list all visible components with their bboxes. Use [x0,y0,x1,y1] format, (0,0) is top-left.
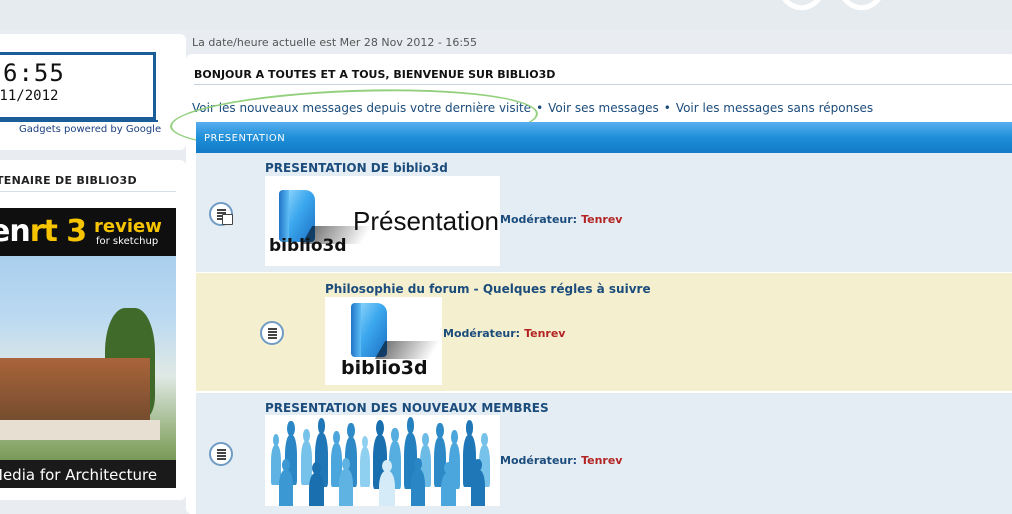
moderator-info: Modérateur: Tenrev [443,327,566,340]
person-figure-icon [279,458,293,506]
forum-banner-image[interactable]: biblio3d Présentation [265,176,500,266]
moderator-link[interactable]: Tenrev [581,454,622,467]
forum-title-link[interactable]: PRESENTATION DES NOUVEAUX MEMBRES [265,401,549,415]
separator: • [663,101,671,115]
my-messages-link[interactable]: Voir ses messages [548,101,659,115]
gadgets-credit-link[interactable]: Gadgets powered by Google [19,124,161,135]
ad-house-image [0,358,150,428]
site-header [0,0,1012,30]
person-figure-icon [411,457,425,506]
logo-text: biblio3d [341,357,428,379]
person-figure-icon [309,461,324,506]
clock-widget: 6:55 /11/2012 Gadgets powered by Google [0,34,186,150]
forum-no-new-posts-icon[interactable] [209,442,233,466]
welcome-heading: BONJOUR A TOUTES ET A TOUS, BIENVENUE SU… [194,68,556,81]
banner-text: Présentation [353,206,499,236]
category-header: PRESENTATION [196,122,1012,153]
moderator-info: Modérateur: Tenrev [500,454,623,467]
ad-header: enrt 3 review for sketchup [0,208,176,256]
ad-terrace-image [0,420,160,440]
partner-title: TENAIRE DE BIBLIO3D [0,174,176,192]
current-datetime: La date/heure actuelle est Mer 28 Nov 20… [192,36,478,49]
partner-ad-banner[interactable]: enrt 3 review for sketchup Media for Arc… [0,208,176,488]
ad-review-label: review [94,216,162,237]
moderator-info: Modérateur: Tenrev [500,213,623,226]
person-figure-icon [471,458,485,506]
divider [194,84,1012,85]
partner-widget: TENAIRE DE BIBLIO3D enrt 3 review for sk… [0,160,186,500]
ad-brand: enrt 3 [0,214,87,249]
forum-title-link[interactable]: Philosophie du forum - Quelques régles à… [325,282,651,296]
forum-new-posts-icon[interactable] [209,202,233,226]
forum-no-new-posts-icon[interactable] [260,321,284,345]
forum-title-link[interactable]: PRESENTATION DE biblio3d [265,161,448,175]
person-figure-icon [360,435,370,487]
clock-display: 6:55 /11/2012 [0,52,158,122]
category-title[interactable]: PRESENTATION [204,133,285,144]
person-figure-icon [379,459,395,506]
person-figure-icon [441,461,456,506]
logo-decoration-icon [782,0,881,11]
clock-date: /11/2012 [0,88,59,104]
unanswered-messages-link[interactable]: Voir les messages sans réponses [676,101,873,115]
moderator-link[interactable]: Tenrev [524,327,565,340]
ad-footer-text: Media for Architecture [0,466,158,484]
person-figure-icon [339,457,353,506]
forum-banner-image[interactable] [265,415,500,506]
ad-footer-bar: Media for Architecture [0,460,176,488]
divider [196,391,1012,393]
logo-text: biblio3d [269,236,347,256]
moderator-link[interactable]: Tenrev [581,213,622,226]
clock-time: 6:55 [3,59,65,87]
forum-banner-image[interactable]: biblio3d [325,297,442,385]
ad-review-sub: for sketchup [96,236,159,247]
